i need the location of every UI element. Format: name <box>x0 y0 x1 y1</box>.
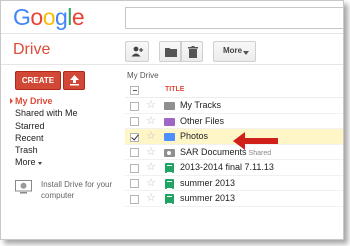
sidebar-item-label: Starred <box>15 120 45 131</box>
sidebar-item-my-drive[interactable]: My Drive <box>10 95 78 107</box>
sidebar-item-label: Shared with Me <box>15 108 78 119</box>
logo-letter: o <box>30 4 43 30</box>
sidebar-item-more[interactable]: More <box>15 156 78 168</box>
row-checkbox[interactable] <box>130 194 139 204</box>
sidebar-item-label: More <box>15 157 36 168</box>
star-icon[interactable]: ☆ <box>146 115 156 128</box>
star-icon[interactable]: ☆ <box>146 161 156 174</box>
more-button[interactable]: More <box>213 41 256 62</box>
add-person-icon <box>131 46 144 57</box>
folder-icon <box>164 117 175 126</box>
search-input[interactable] <box>125 7 343 29</box>
star-icon[interactable]: ☆ <box>146 146 156 159</box>
spreadsheet-icon <box>165 194 174 204</box>
row-checkbox[interactable] <box>130 163 139 173</box>
logo-letter: G <box>13 4 31 30</box>
drive-title[interactable]: Drive <box>13 41 50 59</box>
file-row[interactable]: ☆ summer 2013 <box>125 191 343 207</box>
sidebar-item-starred[interactable]: Starred <box>15 120 78 132</box>
file-name[interactable]: My Tracks <box>180 100 221 110</box>
row-checkbox[interactable] <box>130 148 139 157</box>
row-checkbox[interactable] <box>130 179 139 188</box>
chevron-down-icon <box>243 51 249 55</box>
file-name-text: summer 2013 <box>180 193 236 203</box>
star-icon[interactable]: ☆ <box>146 177 156 190</box>
spreadsheet-icon <box>165 178 174 189</box>
trash-icon <box>188 46 198 58</box>
spreadsheet-icon <box>165 163 174 173</box>
more-label: More <box>223 46 243 55</box>
file-name-text: summer 2013 <box>180 177 236 188</box>
sidebar-item-label: Recent <box>15 132 44 143</box>
file-name[interactable]: Other Files <box>180 116 224 126</box>
drive-window: Google Drive More CREATE My Drive Shared… <box>0 0 344 240</box>
upload-icon <box>70 75 79 86</box>
logo-letter: o <box>42 4 56 30</box>
row-checkbox[interactable] <box>130 132 139 142</box>
row-checkbox[interactable] <box>130 117 139 126</box>
create-button[interactable]: CREATE <box>15 71 61 90</box>
google-logo[interactable]: Google <box>13 4 85 31</box>
computer-icon <box>15 180 32 194</box>
file-name-text: 2013-2014 final 7.11.13 <box>180 162 274 172</box>
delete-button[interactable] <box>181 41 203 62</box>
file-name-text: Photos <box>180 131 209 141</box>
file-row[interactable]: ☆ Other Files <box>125 114 343 129</box>
star-icon[interactable]: ☆ <box>146 192 156 205</box>
select-all-checkbox[interactable] <box>130 86 139 95</box>
file-name[interactable]: summer 2013 <box>180 193 235 203</box>
sidebar-item-label: Trash <box>15 145 38 156</box>
sidebar-item-trash[interactable]: Trash <box>15 144 78 156</box>
top-bar: Google <box>1 1 343 34</box>
file-name-text: My Tracks <box>180 100 222 110</box>
folder-icon <box>164 133 175 141</box>
sidebar-nav: My Drive Shared with Me Starred Recent Trash… <box>10 95 78 169</box>
file-row[interactable]: ☆ summer 2013 <box>125 176 343 191</box>
title-column-header[interactable]: TITLE <box>165 86 184 93</box>
new-folder-button[interactable] <box>159 41 181 62</box>
share-button[interactable] <box>125 41 149 62</box>
sidebar-item-recent[interactable]: Recent <box>15 132 78 144</box>
star-icon[interactable]: ☆ <box>146 99 156 112</box>
file-name-text: Other Files <box>180 115 225 126</box>
upload-button[interactable] <box>63 71 85 90</box>
sidebar-item-label: My Drive <box>15 96 53 106</box>
divider <box>1 64 343 65</box>
logo-letter: e <box>71 4 85 30</box>
file-row[interactable]: ☆ 2013-2014 final 7.11.13 <box>125 160 343 176</box>
red-arrow-annotation <box>233 132 278 150</box>
file-name[interactable]: summer 2013 <box>180 178 235 188</box>
list-header: TITLE <box>125 83 343 98</box>
file-row[interactable]: ☆ My Tracks <box>125 98 343 114</box>
row-checkbox[interactable] <box>130 101 139 111</box>
sidebar-item-shared-with-me[interactable]: Shared with Me <box>15 107 78 119</box>
install-drive-text: Install Drive for your computer <box>41 180 113 200</box>
file-name[interactable]: 2013-2014 final 7.11.13 <box>180 162 274 172</box>
logo-letter: g <box>54 4 68 30</box>
folder-icon <box>165 48 177 57</box>
star-icon[interactable]: ☆ <box>146 130 156 143</box>
folder-icon <box>164 148 175 157</box>
chevron-down-icon <box>37 161 42 165</box>
file-name[interactable]: Photos <box>180 131 208 141</box>
breadcrumb[interactable]: My Drive <box>127 71 159 80</box>
folder-icon <box>164 102 175 110</box>
